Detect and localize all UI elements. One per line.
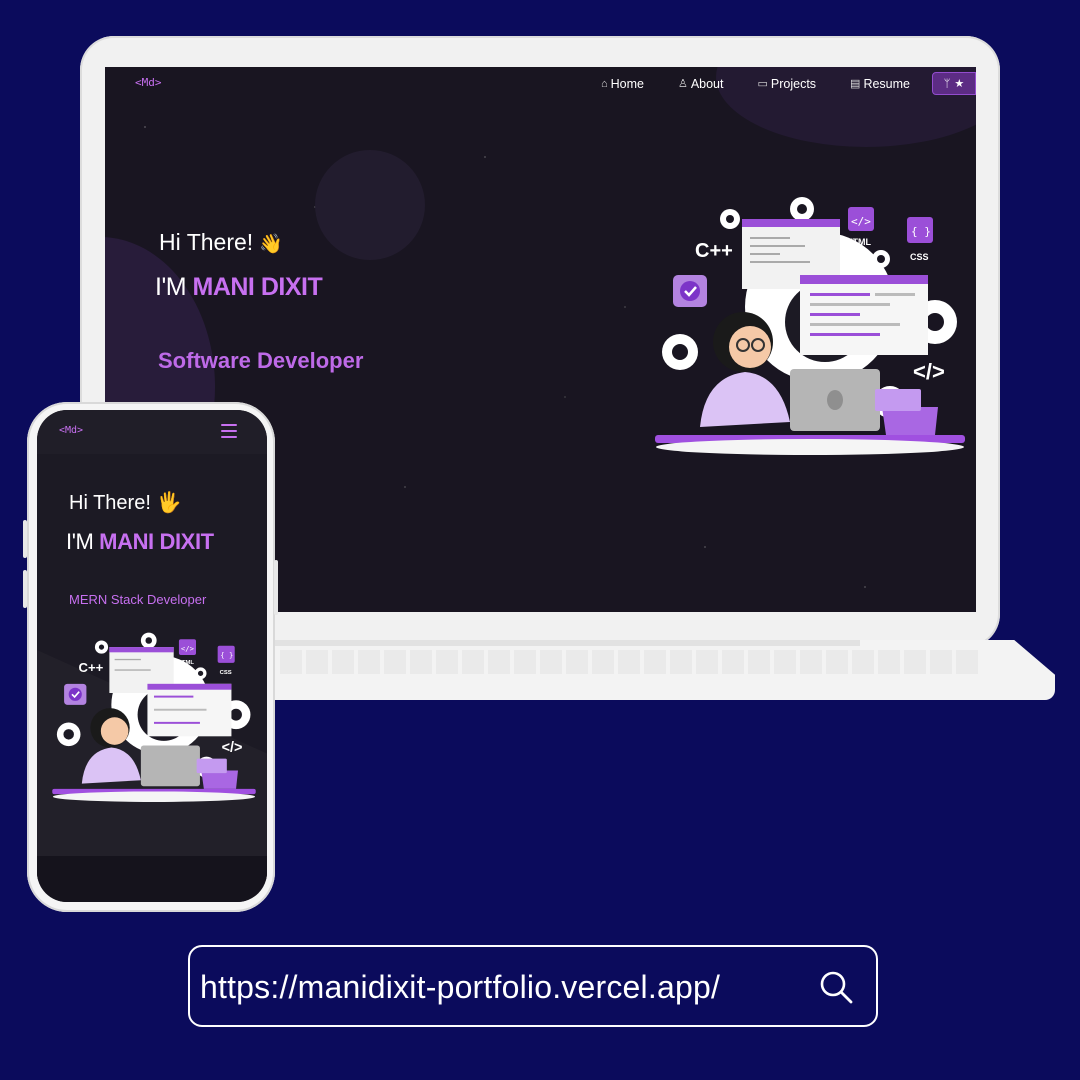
url-text: https://manidixit-portfolio.vercel.app/ [200, 969, 721, 1005]
phone-screen: <Md> Hi There! 🖐 I'M MANI DIXIT MERN Sta… [37, 410, 267, 902]
phone-css-label: CSS [220, 670, 232, 676]
phone-greeting: Hi There! 🖐 [69, 490, 181, 515]
phone-closing-tag-icon: </> [222, 740, 243, 756]
css-label: CSS [910, 252, 929, 262]
phone-typewriter-role: MERN Stack Developer [69, 592, 207, 607]
projects-icon: ▭ [757, 78, 768, 90]
home-icon: ⌂ [600, 77, 608, 90]
closing-tag-icon: </> [913, 359, 945, 384]
name-highlight: MANI DIXIT [192, 273, 323, 301]
hero-name: I'M MANI DIXIT [155, 273, 323, 302]
phone-developer-illustration: Js C++ </> HTML { } CSS </> [52, 632, 256, 802]
nav-home[interactable]: ⌂ Home [601, 77, 644, 91]
nav-about-label: About [690, 76, 724, 91]
laptop-keyboard [280, 650, 980, 674]
github-star-button[interactable]: ᛘ ★ [932, 72, 976, 95]
typewriter-role: Software Developer [158, 348, 364, 373]
html-label: HTML [846, 237, 871, 247]
name-prefix: I'M [155, 273, 193, 301]
code-window-front [800, 275, 928, 355]
nav-resume-label: Resume [863, 76, 910, 91]
nav-projects-label: Projects [770, 76, 817, 91]
braces-icon: { } [911, 225, 931, 238]
laptop-base [240, 640, 1055, 700]
greeting-text: Hi There! [159, 229, 254, 255]
star-icon: ★ [954, 78, 965, 90]
developer-illustration: Js C++ </> HTML { } CSS [655, 197, 965, 455]
document-icon: ▤ [850, 78, 861, 90]
fork-icon: ᛘ [943, 77, 951, 90]
wave-icon: 🖐 [156, 492, 182, 514]
phone-code-tag-icon: </> [181, 644, 195, 653]
nav-projects[interactable]: ▭ Projects [757, 77, 816, 91]
nav-about[interactable]: ♙ About [678, 77, 724, 91]
phone-footer [37, 856, 267, 902]
navbar: <Md> ⌂ Home ♙ About ▭ Projects ▤ Resume … [105, 67, 976, 99]
phone-html-label: HTML [178, 660, 195, 666]
code-tag-icon: </> [851, 215, 871, 228]
site-logo[interactable]: <Md> [135, 76, 162, 89]
wave-icon: 👋 [259, 234, 283, 255]
phone-name-highlight: MANI DIXIT [99, 529, 214, 554]
search-icon[interactable] [818, 969, 854, 1005]
greeting: Hi There! 👋 [159, 229, 283, 256]
nav-links: ⌂ Home ♙ About ▭ Projects ▤ Resume ᛘ ★ [601, 72, 976, 95]
phone-braces-icon: { } [220, 651, 233, 660]
phone-greeting-text: Hi There! [69, 492, 151, 514]
phone-logo[interactable]: <Md> [59, 425, 83, 436]
phone-hero-name: I'M MANI DIXIT [66, 529, 214, 555]
cpp-label: C++ [695, 240, 733, 262]
phone-navbar: <Md> [37, 410, 267, 454]
nav-resume[interactable]: ▤ Resume [850, 77, 910, 91]
user-icon: ♙ [677, 78, 688, 90]
hamburger-menu-icon[interactable] [221, 424, 237, 442]
nav-home-label: Home [610, 76, 644, 91]
url-search-bar[interactable]: https://manidixit-portfolio.vercel.app/ [188, 945, 878, 1027]
phone-cpp-label: C++ [79, 660, 104, 675]
phone-name-prefix: I'M [66, 529, 100, 554]
